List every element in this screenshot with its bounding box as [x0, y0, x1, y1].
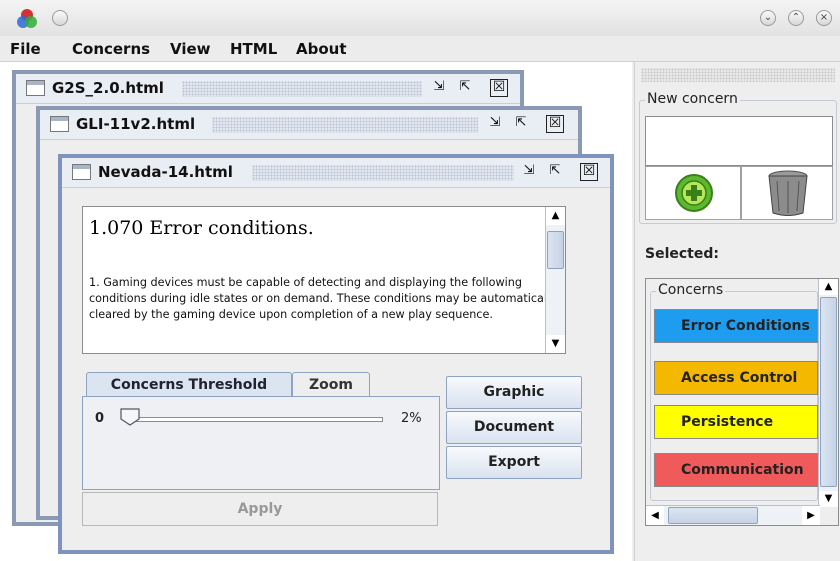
concern-item-persistence[interactable]: Persistence: [654, 405, 818, 439]
close-window-icon[interactable]: ☒: [490, 79, 508, 97]
close-window-icon[interactable]: ☒: [546, 115, 564, 133]
scroll-thumb[interactable]: [547, 231, 564, 269]
window-titlebar: ⌄ ⌃ ×: [0, 0, 840, 36]
scroll-thumb[interactable]: [668, 507, 758, 524]
window-title: G2S_2.0.html: [52, 79, 164, 97]
menu-bar: File Concerns View HTML About: [0, 36, 840, 62]
scroll-left-icon[interactable]: ◀: [646, 506, 664, 525]
new-concern-label: New concern: [645, 91, 740, 107]
close-icon[interactable]: ×: [816, 10, 832, 26]
maximize-icon[interactable]: ⌃: [788, 10, 804, 26]
threshold-panel: 0 2%: [82, 396, 440, 490]
panel-grip: [641, 68, 835, 82]
iconify-icon[interactable]: ⇲: [430, 79, 448, 97]
menu-html[interactable]: HTML: [230, 40, 277, 58]
threshold-slider-track[interactable]: [129, 417, 383, 422]
document-scrollbar[interactable]: ▲ ▼: [545, 207, 565, 353]
slider-min-label: 0: [95, 411, 105, 426]
slider-max-label: 2%: [401, 411, 422, 426]
maximize-window-icon[interactable]: ⇱: [456, 79, 474, 97]
concern-item-access-control[interactable]: Access Control: [654, 361, 818, 395]
iconify-icon[interactable]: ⇲: [520, 163, 538, 181]
delete-concern-button[interactable]: [741, 166, 833, 220]
window-title-bar[interactable]: GLI-11v2.html ⇲ ⇱ ☒: [40, 110, 578, 140]
apply-button[interactable]: Apply: [82, 492, 438, 526]
tab-zoom[interactable]: Zoom: [292, 372, 370, 398]
window-title-bar[interactable]: Nevada-14.html ⇲ ⇱ ☒: [62, 158, 610, 188]
concern-item-error-conditions[interactable]: Error Conditions: [654, 309, 818, 343]
graphic-button[interactable]: Graphic: [446, 376, 582, 409]
add-concern-button[interactable]: [645, 166, 741, 220]
scroll-thumb[interactable]: [820, 297, 837, 487]
maximize-window-icon[interactable]: ⇱: [546, 163, 564, 181]
document-icon: [72, 164, 91, 180]
window-title-bar[interactable]: G2S_2.0.html ⇲ ⇱ ☒: [16, 74, 520, 104]
scroll-down-icon[interactable]: ▼: [546, 335, 565, 353]
add-concern-icon: [675, 174, 713, 212]
menu-file[interactable]: File: [10, 40, 41, 58]
desktop-pane: G2S_2.0.html ⇲ ⇱ ☒ GLI-11v2.html ⇲ ⇱ ☒ N…: [0, 62, 632, 561]
menu-about[interactable]: About: [296, 40, 347, 58]
scroll-up-icon[interactable]: ▲: [819, 279, 838, 295]
trash-can-icon: [768, 170, 808, 216]
document-icon: [50, 116, 69, 132]
concerns-side-panel: New concern Selected: Concerns Error Con…: [634, 62, 840, 561]
new-concern-input[interactable]: [645, 116, 833, 166]
document-button[interactable]: Document: [446, 411, 582, 444]
tab-concerns-threshold[interactable]: Concerns Threshold: [86, 372, 292, 398]
close-window-icon[interactable]: ☒: [580, 163, 598, 181]
menu-concerns[interactable]: Concerns: [72, 40, 150, 58]
concern-item-communication[interactable]: Communication: [654, 453, 818, 487]
concerns-list[interactable]: Concerns Error Conditions Access Control…: [645, 278, 839, 526]
title-grip: [252, 165, 514, 181]
concerns-horizontal-scrollbar[interactable]: ◀ ▶: [646, 505, 820, 525]
minimize-icon[interactable]: ⌄: [760, 10, 776, 26]
document-heading: 1.070 Error conditions.: [89, 217, 314, 239]
title-grip: [212, 117, 478, 133]
concerns-group-label: Concerns: [656, 282, 726, 298]
internal-window-nevada[interactable]: Nevada-14.html ⇲ ⇱ ☒ 1.070 Error conditi…: [58, 154, 614, 554]
export-button[interactable]: Export: [446, 446, 582, 479]
concerns-vertical-scrollbar[interactable]: ▲ ▼: [818, 279, 838, 507]
menu-view[interactable]: View: [170, 40, 211, 58]
scroll-down-icon[interactable]: ▼: [819, 491, 838, 507]
document-view[interactable]: 1.070 Error conditions. 1. Gaming device…: [82, 206, 566, 354]
app-logo-icon: [17, 9, 37, 28]
round-button-icon[interactable]: [52, 10, 68, 26]
scroll-right-icon[interactable]: ▶: [802, 506, 820, 525]
title-grip: [182, 81, 422, 97]
document-body: 1. Gaming devices must be capable of det…: [89, 276, 557, 321]
iconify-icon[interactable]: ⇲: [486, 115, 504, 133]
scroll-up-icon[interactable]: ▲: [546, 207, 565, 225]
selected-label: Selected:: [645, 246, 719, 262]
window-title: Nevada-14.html: [98, 163, 233, 181]
maximize-window-icon[interactable]: ⇱: [512, 115, 530, 133]
threshold-slider-thumb[interactable]: [119, 407, 141, 427]
window-title: GLI-11v2.html: [76, 115, 196, 133]
document-icon: [26, 80, 45, 96]
